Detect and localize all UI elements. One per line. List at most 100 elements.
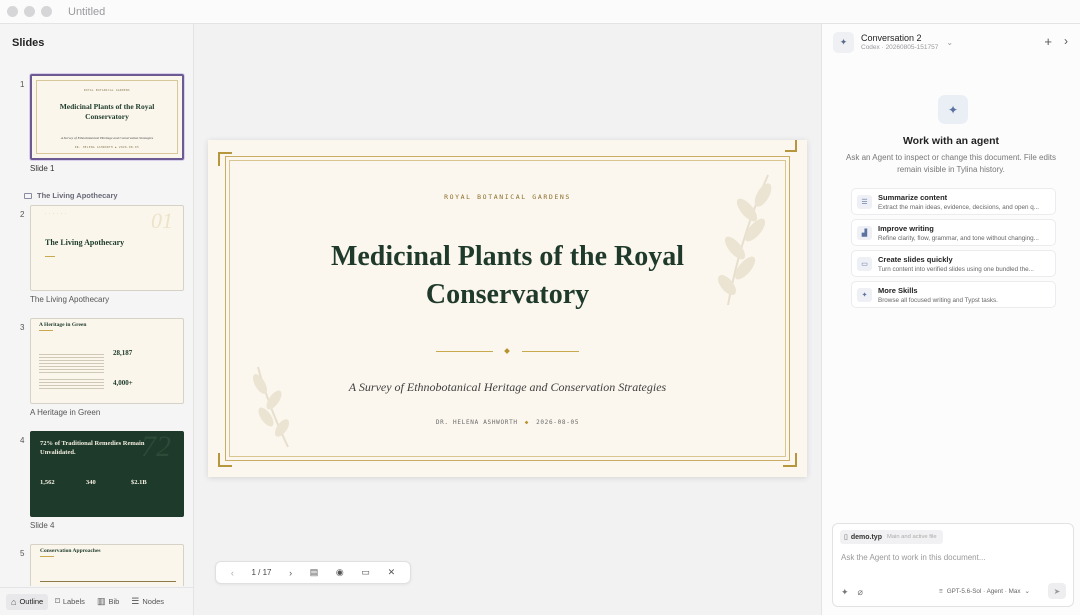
send-button[interactable]: ➤	[1048, 583, 1066, 599]
thumb-body-text	[39, 377, 104, 389]
thumb-title: 72% of Traditional Remedies Remain Unval…	[40, 440, 145, 456]
slide-number: 1	[20, 80, 25, 89]
slide-meta: DR. HELENA ASHWORTH ◆ 2026-08-05	[208, 419, 807, 426]
chevron-down-icon: ⌄	[1024, 588, 1030, 595]
slide-thumbnail-3[interactable]: A Heritage in Green 28,187 4,000+	[30, 318, 184, 404]
conversation-header[interactable]: ✦ Conversation 2 Codex · 20260805-151757…	[822, 24, 1080, 60]
agent-prompt-input[interactable]	[841, 553, 1061, 562]
page-indicator: 1 / 17	[251, 568, 272, 577]
thumb-bg-number: 72	[141, 431, 171, 463]
tab-bib[interactable]: ▥ Bib	[92, 593, 124, 610]
preview-eye-icon[interactable]: ◉	[336, 567, 344, 578]
tab-bib-label: Bib	[108, 597, 120, 606]
zoom-window-button[interactable]	[41, 6, 52, 17]
slide-canvas[interactable]: ROYAL BOTANICAL GARDENS Medicinal Plants…	[195, 24, 820, 615]
file-name: demo.typ	[850, 533, 882, 541]
thumb-body-text	[39, 352, 104, 374]
slide-title: Medicinal Plants of the Royal Conservato…	[330, 241, 685, 310]
leaf-illustration	[253, 366, 290, 448]
agent-description: Ask an Agent to inspect or change this d…	[846, 153, 1056, 174]
slide-thumbnail-1[interactable]: ROYAL BOTANICAL GARDENS Medicinal Plants…	[30, 74, 184, 160]
skill-improve-writing[interactable]: ▟ Improve writing Refine clarity, flow, …	[851, 219, 1056, 246]
slide-author: DR. HELENA ASHWORTH	[435, 419, 518, 426]
section-label: The Living Apothecary	[37, 191, 118, 200]
skill-title: Summarize content	[878, 193, 948, 202]
title-bar: Untitled	[0, 0, 1080, 24]
slide-label: The Living Apothecary	[30, 295, 110, 304]
slide-date: 2026-08-05	[536, 419, 580, 426]
thumb-stat: 1,562	[40, 479, 55, 486]
present-icon[interactable]: ▭	[361, 567, 370, 578]
agent-composer: ▯ demo.typ Main and active file ✦ ⌀ ≡ GP…	[832, 523, 1074, 607]
thumb-rule	[45, 256, 55, 257]
active-file-chip[interactable]: ▯ demo.typ Main and active file	[840, 530, 943, 544]
slide-thumbnail-4[interactable]: 72 72% of Traditional Remedies Remain Un…	[30, 431, 184, 517]
slide-label: A Heritage in Green	[30, 408, 101, 417]
tab-labels-label: Labels	[62, 597, 85, 606]
thumb-stat: 340	[86, 479, 96, 486]
list-icon: ☰	[857, 195, 872, 209]
skill-create-slides[interactable]: ▭ Create slides quickly Turn content int…	[851, 250, 1056, 277]
slide-divider	[436, 348, 579, 354]
thumb-stat: $2.1B	[131, 479, 147, 486]
settings-sliders-icon: ≡	[939, 588, 943, 595]
slide-number: 5	[20, 549, 25, 558]
section-icon	[24, 192, 32, 199]
corner-ornament	[218, 152, 232, 166]
thumb-meta: DR. HELENA ASHWORTH ◆ 2026-08-05	[74, 146, 140, 149]
diamond-icon: ◆	[524, 419, 530, 426]
sparkle-icon: ✦	[857, 288, 872, 302]
window-title: Untitled	[68, 5, 106, 18]
presentation-icon: ▭	[857, 257, 872, 271]
thumb-title: A Heritage in Green	[39, 322, 87, 328]
skill-more-skills[interactable]: ✦ More Skills Browse all focused writing…	[851, 281, 1056, 308]
list-icon: ☰	[131, 596, 140, 606]
corner-ornament	[783, 453, 797, 467]
thumb-stat: 4,000+	[113, 379, 133, 387]
tab-labels[interactable]: ⌑ Labels	[50, 593, 90, 610]
slide-preview[interactable]: ROYAL BOTANICAL GARDENS Medicinal Plants…	[208, 140, 807, 477]
tab-nodes-label: Nodes	[142, 597, 165, 606]
close-window-button[interactable]	[7, 6, 18, 17]
corner-ornament	[218, 453, 232, 467]
conversation-subtitle: Codex · 20260805-151757	[861, 44, 939, 51]
skill-title: Improve writing	[878, 224, 934, 233]
skill-description: Extract the main ideas, evidence, decisi…	[878, 204, 1040, 211]
thumb-subtitle: A Survey of Ethnobotanical Heritage and …	[60, 136, 154, 140]
skill-description: Turn content into verified slides using …	[878, 266, 1034, 273]
conversation-info: Conversation 2 Codex · 20260805-151757	[861, 33, 938, 51]
tab-nodes[interactable]: ☰ Nodes	[126, 593, 169, 610]
model-selector[interactable]: ≡ GPT-5.6-Sol · Agent · Max ⌄	[939, 588, 1030, 595]
notes-icon[interactable]: ▤	[310, 567, 319, 578]
tab-outline[interactable]: ⌂ Outline	[6, 593, 49, 610]
conversation-title: Conversation 2	[861, 33, 922, 43]
slide-list[interactable]: 1 ROYAL BOTANICAL GARDENS Medicinal Plan…	[0, 72, 193, 586]
chevron-down-icon[interactable]: ⌄	[946, 38, 953, 47]
prev-slide-icon[interactable]: ‹	[231, 568, 234, 578]
agent-panel: ✦ Conversation 2 Codex · 20260805-151757…	[821, 24, 1080, 615]
attach-icon[interactable]: ⌀	[858, 587, 863, 598]
thumb-rule	[39, 330, 53, 331]
thumb-title: Medicinal Plants of the Royal Conservato…	[59, 102, 155, 121]
tag-icon: ⌑	[55, 596, 60, 606]
new-conversation-button[interactable]: +	[1044, 34, 1052, 49]
skill-title: Create slides quickly	[878, 255, 953, 264]
collapse-panel-button[interactable]: ›	[1064, 34, 1068, 48]
next-slide-icon[interactable]: ›	[289, 568, 292, 578]
skill-summarize-content[interactable]: ☰ Summarize content Extract the main ide…	[851, 188, 1056, 215]
thumb-title: The Living Apothecary	[45, 238, 125, 247]
thumb-section-number: 01	[151, 208, 173, 233]
slide-label: Slide 1	[30, 164, 55, 173]
composer-tools: ✦ ⌀	[841, 587, 863, 598]
outline-icon: ⌂	[11, 596, 17, 607]
corner-ornament	[785, 140, 797, 152]
close-icon[interactable]: ✕	[388, 567, 396, 578]
section-header[interactable]: The Living Apothecary	[24, 191, 118, 200]
sparkle-icon[interactable]: ✦	[841, 587, 849, 598]
slide-thumbnail-5[interactable]: Conservation Approaches	[30, 544, 184, 586]
minimize-window-button[interactable]	[24, 6, 35, 17]
file-note: Main and active file	[886, 534, 937, 540]
slide-thumbnail-2[interactable]: · · · · · · The Living Apothecary 01	[30, 205, 184, 291]
thumb-title: Conservation Approaches	[40, 548, 101, 554]
skill-description: Refine clarity, flow, grammar, and tone …	[878, 235, 1039, 242]
